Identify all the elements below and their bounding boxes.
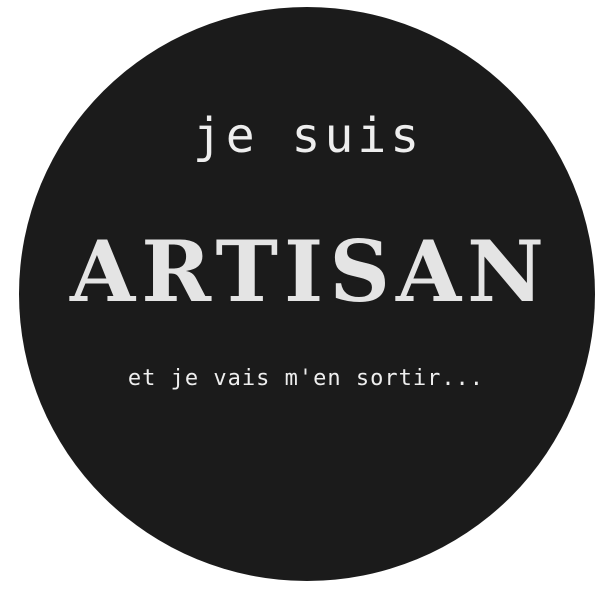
tagline-top: je suis xyxy=(192,108,424,164)
tagline-bottom: et je vais m'en sortir... xyxy=(127,366,485,391)
image-canvas: je suis ARTISAN et je vais m'en sortir..… xyxy=(0,0,600,600)
headline-artisan: ARTISAN xyxy=(70,222,550,321)
